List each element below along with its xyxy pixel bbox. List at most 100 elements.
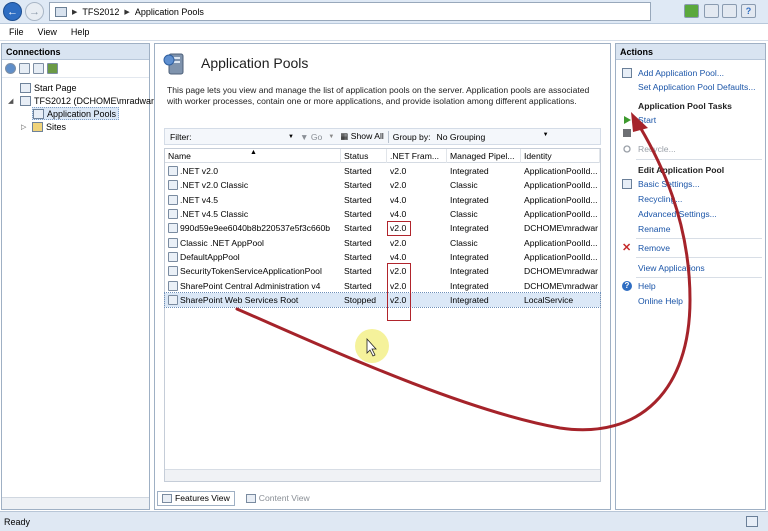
globe-icon[interactable]: [684, 4, 699, 18]
application-pool-icon: [168, 223, 178, 234]
table-row[interactable]: .NET v2.0 Classic Started v2.0 Classic Appli…: [165, 178, 600, 192]
rename-link[interactable]: Rename: [638, 224, 670, 234]
recycling-link[interactable]: Recycling...: [638, 194, 682, 204]
sites-folder-icon: [32, 121, 43, 132]
table-horizontal-scrollbar[interactable]: [165, 469, 600, 481]
application-pool-icon: [168, 294, 178, 305]
status-text: Ready: [4, 516, 31, 527]
address-toolbar: ← → ▶ TFS2012 ▶ Application Pools ?: [0, 0, 768, 24]
toolbar-divider: [387, 130, 389, 143]
tree-item-sites[interactable]: Sites: [32, 120, 66, 133]
cell-text: SecurityTokenServiceApplicationPool: [180, 266, 322, 277]
set-defaults-link[interactable]: Set Application Pool Defaults...: [638, 82, 756, 92]
connections-horizontal-scrollbar[interactable]: [2, 497, 149, 509]
tree-item-server[interactable]: TFS2012 (DCHOME\mradwan: [20, 94, 156, 107]
cell-status: Started: [344, 266, 372, 277]
connect-server-icon[interactable]: [47, 63, 58, 74]
forward-arrow-icon: →: [29, 5, 40, 18]
table-row[interactable]: SharePoint Web Services Root Stopped v2.0 I…: [164, 291, 601, 309]
folder-icon[interactable]: [33, 63, 44, 74]
column-status[interactable]: Status: [341, 148, 387, 163]
application-pool-tasks-header: Application Pool Tasks: [638, 101, 732, 111]
column-identity[interactable]: Identity: [521, 148, 600, 163]
advanced-settings-link[interactable]: Advanced Settings...: [638, 209, 717, 219]
filter-bar: Filter: ▼ ▼ Go ▼ ▦ Show All Group by: No…: [164, 128, 601, 145]
cell-net-framework: v2.0: [390, 237, 407, 248]
application-pool-icon: [168, 166, 178, 177]
cell-name: 990d59e9ee6040b8b220537e5f3c660b: [165, 223, 341, 234]
application-pool-icon: [168, 194, 178, 205]
cell-managed-pipeline: Integrated: [450, 166, 489, 177]
expand-icon[interactable]: ▷: [21, 123, 26, 131]
cell-name: .NET v2.0: [165, 166, 341, 177]
start-link[interactable]: Start: [638, 115, 656, 125]
table-row[interactable]: Classic .NET AppPool Started v2.0 Classic Ap…: [165, 236, 600, 250]
save-icon[interactable]: [19, 63, 30, 74]
table-row[interactable]: DefaultAppPool Started v4.0 Integrated Appli…: [165, 250, 600, 264]
tree-item-application-pools[interactable]: Application Pools: [32, 107, 120, 120]
cell-identity: ApplicationPoolId...: [524, 166, 598, 177]
remove-link[interactable]: Remove: [638, 243, 670, 253]
menu-view[interactable]: View: [38, 27, 57, 37]
group-by-value: No Grouping: [436, 131, 486, 142]
menu-help[interactable]: Help: [71, 27, 90, 37]
tree-label: Start Page: [34, 82, 77, 93]
tab-content-view[interactable]: Content View: [241, 491, 315, 506]
column-net-framework[interactable]: .NET Fram...: [387, 148, 447, 163]
table-row[interactable]: 990d59e9ee6040b8b220537e5f3c660b Started v…: [165, 221, 600, 235]
table-row[interactable]: .NET v4.5 Started v4.0 Integrated Applicatio…: [165, 193, 600, 207]
cell-status: Started: [344, 180, 372, 191]
help-link[interactable]: Help: [638, 281, 656, 291]
column-label: Name: [168, 150, 191, 161]
online-help-link[interactable]: Online Help: [638, 296, 683, 306]
menu-file[interactable]: File: [9, 27, 24, 37]
column-name[interactable]: Name ▲: [165, 148, 341, 163]
cell-name: .NET v4.5: [165, 194, 341, 205]
cell-managed-pipeline: Classic: [450, 180, 478, 191]
basic-settings-link[interactable]: Basic Settings...: [638, 179, 700, 189]
go-button[interactable]: ▼ Go: [300, 132, 322, 142]
cell-status: Started: [344, 280, 372, 291]
back-button[interactable]: ←: [3, 2, 22, 21]
table-row[interactable]: .NET v2.0 Started v2.0 Integrated Applicatio…: [165, 164, 600, 178]
section-divider: [636, 257, 762, 258]
add-application-pool-link[interactable]: Add Application Pool...: [638, 68, 724, 78]
forward-button[interactable]: →: [25, 2, 44, 21]
cell-text: .NET v4.5: [180, 194, 219, 205]
tab-features-view[interactable]: Features View: [157, 490, 235, 506]
breadcrumb-server[interactable]: TFS2012: [82, 7, 119, 17]
actions-pane: Actions Add Application Pool... Set Appl…: [615, 43, 766, 510]
recycle-link[interactable]: Recycle...: [638, 144, 676, 154]
breadcrumb-separator-icon: ▶: [124, 8, 130, 16]
table-header: Name ▲ Status .NET Fram... Managed Pipel.…: [165, 148, 600, 164]
cell-identity: ApplicationPoolId...: [524, 194, 598, 205]
tree-item-start-page[interactable]: Start Page: [20, 81, 77, 94]
table-row[interactable]: SharePoint Central Administration v4 Star…: [165, 278, 600, 292]
cell-net-framework: v4.0: [390, 209, 407, 220]
home-icon[interactable]: [722, 4, 737, 18]
cell-identity: DCHOME\mradwar: [524, 266, 599, 277]
collapse-icon[interactable]: ◢: [8, 97, 13, 105]
connect-globe-icon[interactable]: [5, 63, 16, 74]
cell-managed-pipeline: Integrated: [450, 194, 489, 205]
cell-status: Stopped: [344, 294, 377, 305]
table-row[interactable]: SecurityTokenServiceApplicationPool Start…: [165, 264, 600, 278]
group-by-select[interactable]: No Grouping ▼: [437, 132, 549, 142]
cell-managed-pipeline: Integrated: [450, 251, 489, 262]
cell-managed-pipeline: Classic: [450, 237, 478, 248]
cell-name: SharePoint Central Administration v4: [165, 280, 341, 291]
view-applications-link[interactable]: View Applications: [638, 263, 705, 273]
breadcrumb-page[interactable]: Application Pools: [135, 7, 204, 17]
column-managed-pipeline[interactable]: Managed Pipel...: [447, 148, 521, 163]
network-status-icon: [746, 516, 758, 527]
address-bar[interactable]: ▶ TFS2012 ▶ Application Pools: [49, 2, 651, 21]
filter-dropdown-icon[interactable]: ▼: [288, 134, 294, 140]
show-all-button[interactable]: ▦ Show All: [340, 131, 383, 142]
stop-icon[interactable]: [704, 4, 719, 18]
go-dropdown-icon[interactable]: ▼: [328, 134, 334, 140]
application-pool-icon: [168, 280, 178, 291]
connections-toolbar: [2, 60, 149, 78]
table-row[interactable]: .NET v4.5 Classic Started v4.0 Classic Appli…: [165, 207, 600, 221]
tab-label: Features View: [175, 493, 230, 503]
help-icon[interactable]: ?: [741, 4, 756, 18]
